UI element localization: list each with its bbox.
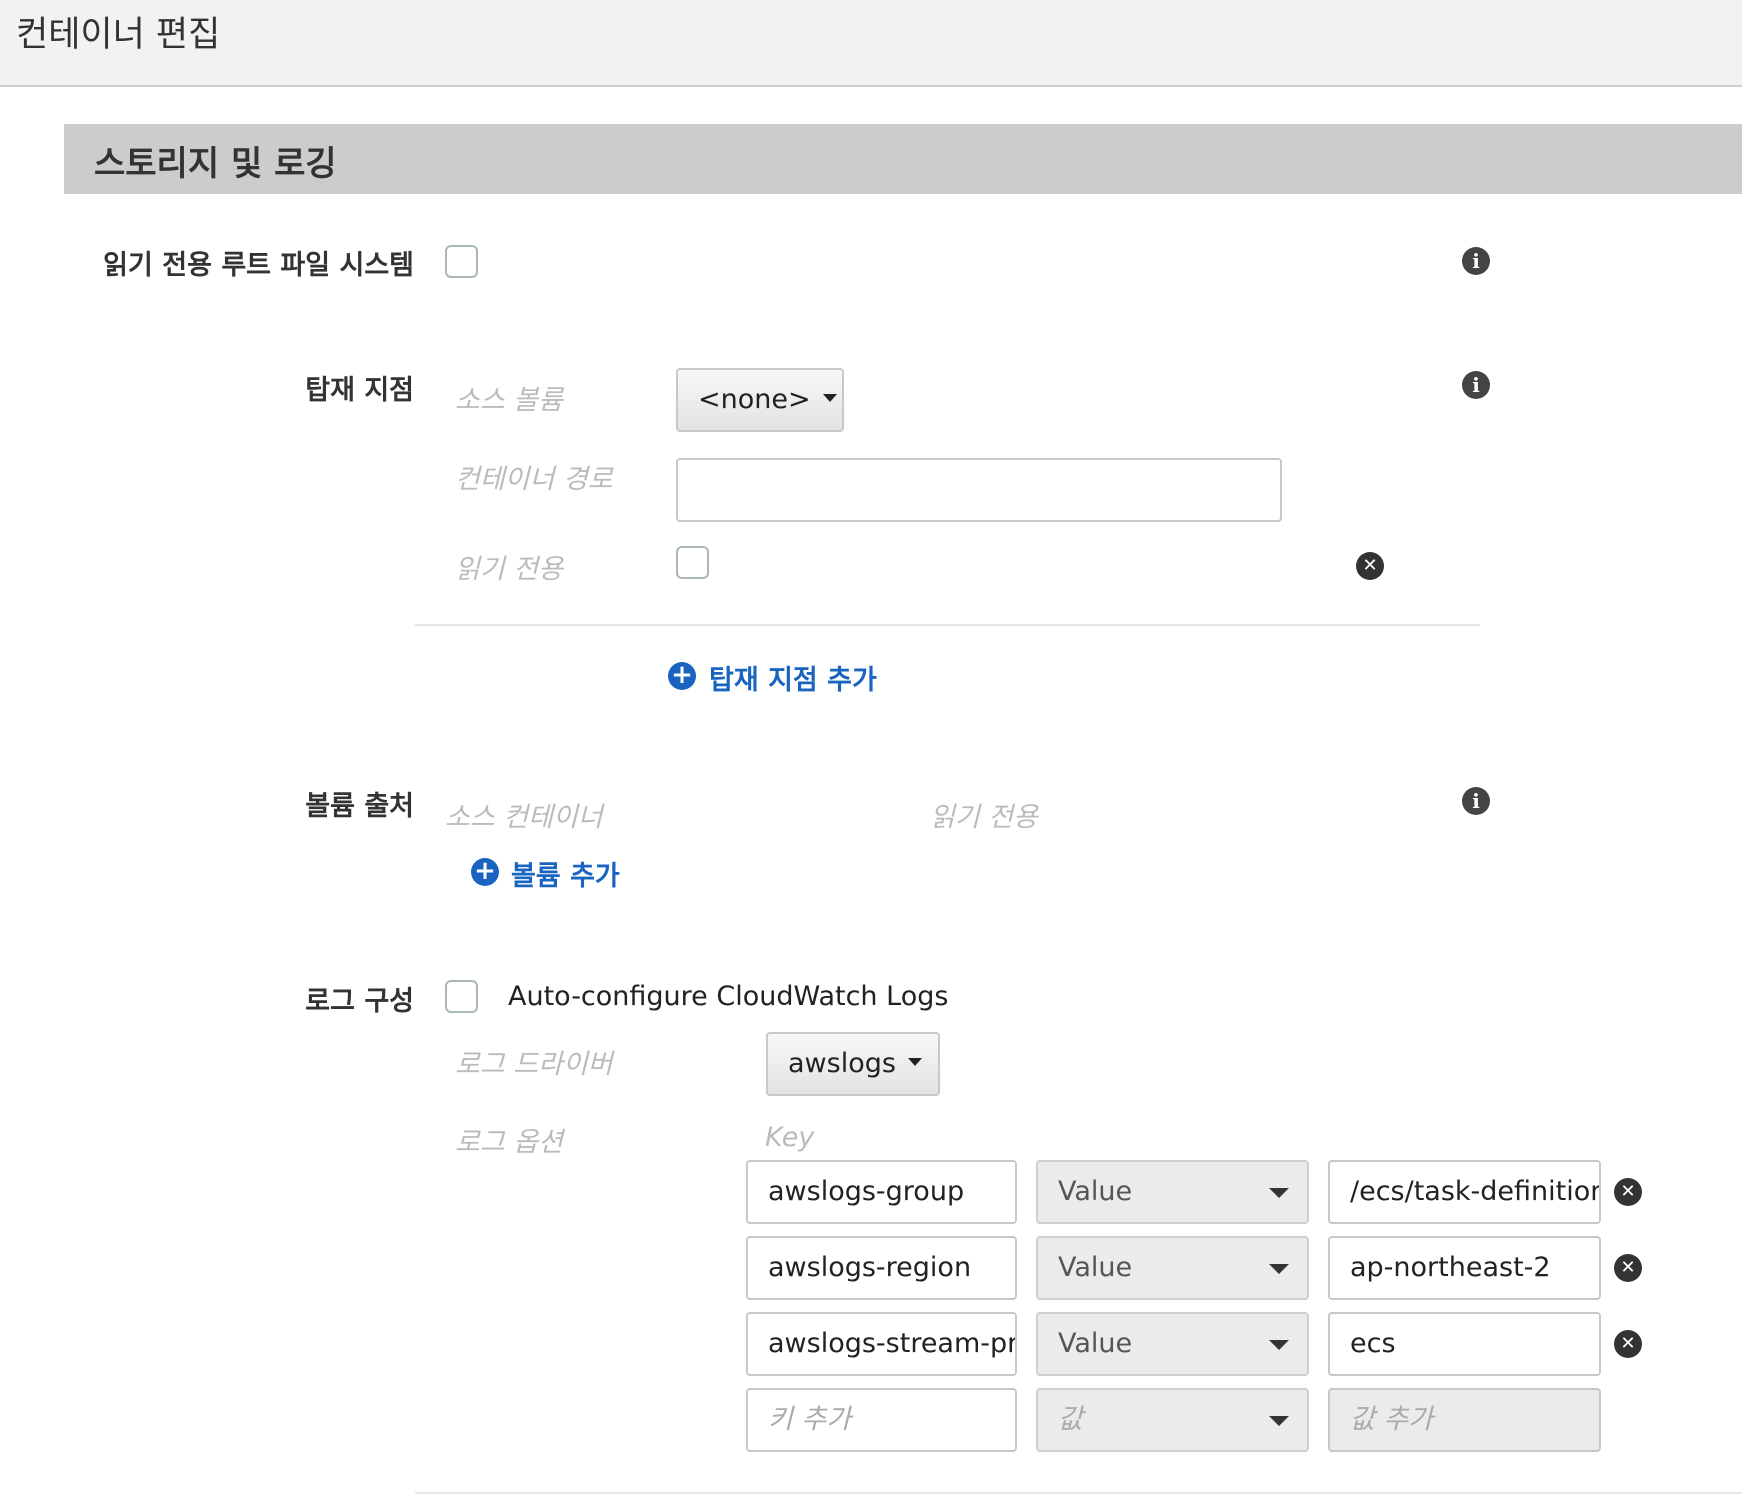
page-title: 컨테이너 편집 — [16, 15, 221, 55]
log-option-type-value: Value — [1058, 1176, 1133, 1207]
new-log-option-type-select[interactable]: 값 — [1036, 1388, 1309, 1452]
log-option-value-input[interactable]: ap-northeast-2 — [1328, 1236, 1601, 1300]
caret-down-icon — [1269, 1264, 1289, 1274]
key-column-header: Key — [765, 1122, 815, 1153]
remove-icon[interactable]: ✕ — [1614, 1178, 1642, 1206]
log-option-type-select[interactable]: Value — [1036, 1236, 1309, 1300]
auto-configure-checkbox[interactable] — [445, 980, 478, 1013]
container-path-input[interactable] — [676, 458, 1282, 522]
log-option-type-select[interactable]: Value — [1036, 1160, 1309, 1224]
caret-down-icon — [1269, 1340, 1289, 1350]
log-option-value-input[interactable]: ecs — [1328, 1312, 1601, 1376]
log-driver-label: 로그 드라이버 — [455, 1049, 613, 1080]
log-option-key-input[interactable]: awslogs-group — [746, 1160, 1017, 1224]
log-driver-value: awslogs — [788, 1048, 896, 1079]
readonly-root-label: 읽기 전용 루트 파일 시스템 — [103, 250, 414, 281]
info-icon[interactable]: i — [1462, 371, 1490, 399]
volumes-read-only-label: 읽기 전용 — [930, 802, 1038, 833]
remove-icon[interactable]: ✕ — [1614, 1330, 1642, 1358]
container-path-label: 컨테이너 경로 — [455, 464, 613, 495]
log-option-type-select[interactable]: Value — [1036, 1312, 1309, 1376]
log-option-value-input[interactable]: /ecs/task-definition — [1328, 1160, 1601, 1224]
info-icon[interactable]: i — [1462, 247, 1490, 275]
log-option-type-value: Value — [1058, 1328, 1133, 1359]
source-container-label: 소스 컨테이너 — [445, 802, 603, 833]
volumes-from-label: 볼륨 출처 — [305, 791, 414, 822]
log-driver-select[interactable]: awslogs — [766, 1032, 940, 1096]
log-options-label: 로그 옵션 — [455, 1127, 563, 1158]
plus-circle-icon[interactable]: + — [471, 858, 499, 886]
info-icon[interactable]: i — [1462, 787, 1490, 815]
new-log-option-value-input[interactable]: 값 추가 — [1328, 1388, 1601, 1452]
caret-down-icon — [1269, 1416, 1289, 1426]
divider — [415, 1492, 1742, 1494]
add-volume-link[interactable]: 볼륨 추가 — [511, 854, 620, 893]
page-header: 컨테이너 편집 — [0, 0, 1742, 87]
caret-down-icon — [822, 393, 837, 402]
log-option-key-input[interactable]: awslogs-stream-prefix — [746, 1312, 1017, 1376]
new-log-option-key-input[interactable]: 키 추가 — [746, 1388, 1017, 1452]
source-volume-label: 소스 볼륨 — [455, 385, 563, 416]
section-header: 스토리지 및 로깅 — [64, 124, 1742, 194]
section-title: 스토리지 및 로깅 — [94, 144, 337, 184]
remove-icon[interactable]: ✕ — [1356, 552, 1384, 580]
caret-down-icon — [907, 1057, 922, 1066]
mount-read-only-label: 읽기 전용 — [455, 554, 563, 585]
add-mount-point-link[interactable]: 탑재 지점 추가 — [709, 658, 877, 697]
source-volume-select[interactable]: <none> — [676, 368, 844, 432]
log-option-key-input[interactable]: awslogs-region — [746, 1236, 1017, 1300]
mount-read-only-checkbox[interactable] — [676, 546, 709, 579]
log-config-label: 로그 구성 — [305, 986, 414, 1017]
plus-circle-icon[interactable]: + — [668, 662, 696, 690]
mount-points-label: 탑재 지점 — [305, 375, 414, 406]
log-option-type-value: Value — [1058, 1252, 1133, 1283]
remove-icon[interactable]: ✕ — [1614, 1254, 1642, 1282]
divider — [415, 624, 1480, 626]
readonly-root-checkbox[interactable] — [445, 245, 478, 278]
auto-configure-label: Auto-configure CloudWatch Logs — [508, 981, 949, 1012]
source-volume-value: <none> — [698, 384, 811, 415]
caret-down-icon — [1269, 1188, 1289, 1198]
new-log-option-type-placeholder: 값 — [1058, 1404, 1083, 1435]
